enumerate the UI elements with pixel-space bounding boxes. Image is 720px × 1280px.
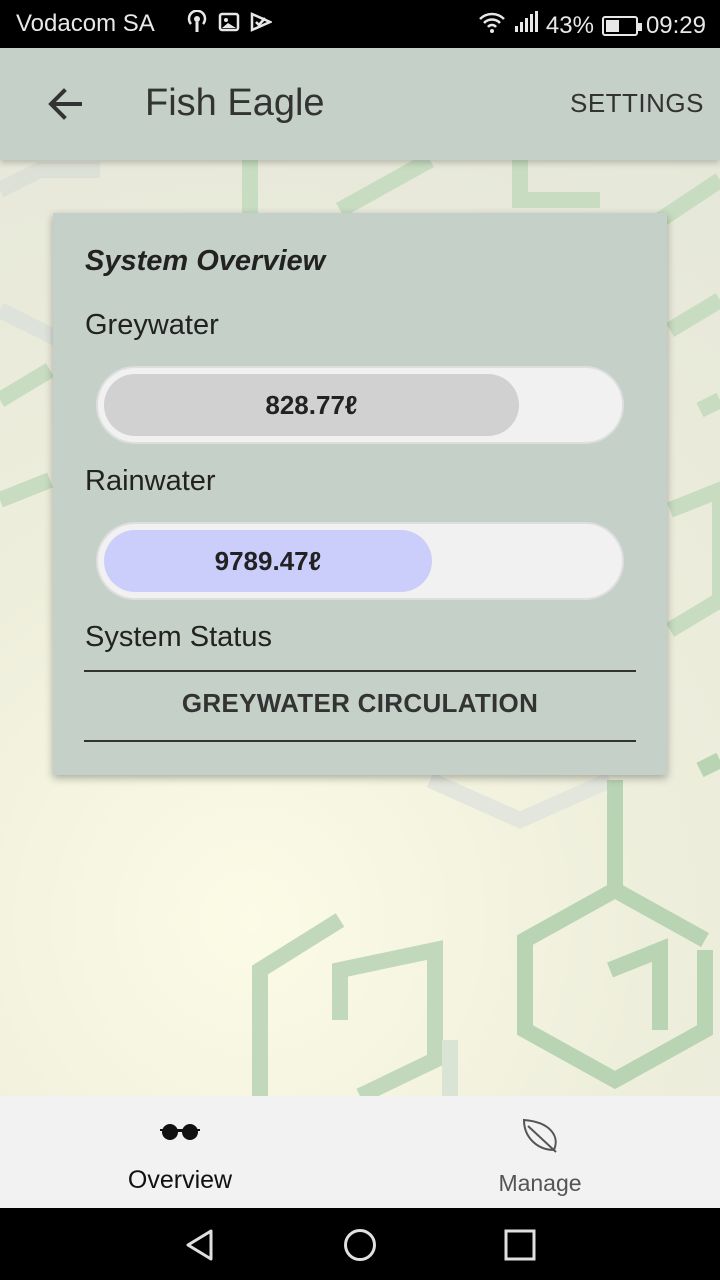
greywater-level-fill: 828.77ℓ: [104, 374, 519, 436]
signal-icon: [514, 10, 538, 41]
status-bar: Vodacom SA 43% 09:29: [0, 0, 720, 48]
battery-icon: [601, 15, 642, 36]
greywater-label: Greywater: [85, 309, 219, 341]
system-overview-card: System Overview Greywater 828.77ℓ Rainwa…: [53, 213, 667, 775]
bottom-navigation: Overview Manage: [0, 1096, 720, 1208]
settings-button[interactable]: SETTINGS: [570, 88, 704, 119]
nav-tab-manage[interactable]: Manage: [360, 1096, 720, 1208]
battery-percent: 43%: [545, 11, 594, 39]
glasses-icon: [160, 1118, 200, 1148]
app-bar: Fish Eagle SETTINGS: [0, 48, 720, 160]
arrow-left-icon: [40, 88, 88, 130]
notification-icons: [186, 9, 274, 34]
greywater-level-bar: 828.77ℓ: [96, 366, 624, 444]
check-notification-icon: [250, 10, 274, 34]
recents-square-icon[interactable]: [503, 1228, 537, 1262]
image-notification-icon: [218, 10, 240, 34]
system-status-value: GREYWATER CIRCULATION: [181, 688, 539, 718]
divider: [84, 670, 636, 672]
rainwater-label: Rainwater: [85, 465, 216, 497]
carrier-name: Vodacom SA: [16, 10, 155, 37]
leaf-icon: [520, 1118, 560, 1153]
podcast-icon: [186, 9, 208, 34]
clock: 09:29: [645, 11, 706, 39]
back-triangle-icon[interactable]: [183, 1228, 217, 1262]
system-navigation-bar: [0, 1208, 720, 1280]
rainwater-level-fill: 9789.47ℓ: [104, 530, 432, 592]
back-button[interactable]: [40, 82, 88, 126]
divider: [84, 740, 636, 742]
status-right: 43% 09:29: [478, 10, 706, 41]
rainwater-level-bar: 9789.47ℓ: [96, 522, 624, 600]
card-title: System Overview: [85, 245, 326, 277]
home-circle-icon[interactable]: [343, 1228, 377, 1262]
page-title: Fish Eagle: [145, 82, 325, 124]
system-status-label: System Status: [85, 621, 272, 653]
wifi-icon: [478, 10, 506, 41]
nav-tab-label: Manage: [498, 1170, 582, 1196]
nav-tab-overview[interactable]: Overview: [0, 1096, 360, 1208]
nav-tab-label: Overview: [127, 1166, 233, 1194]
